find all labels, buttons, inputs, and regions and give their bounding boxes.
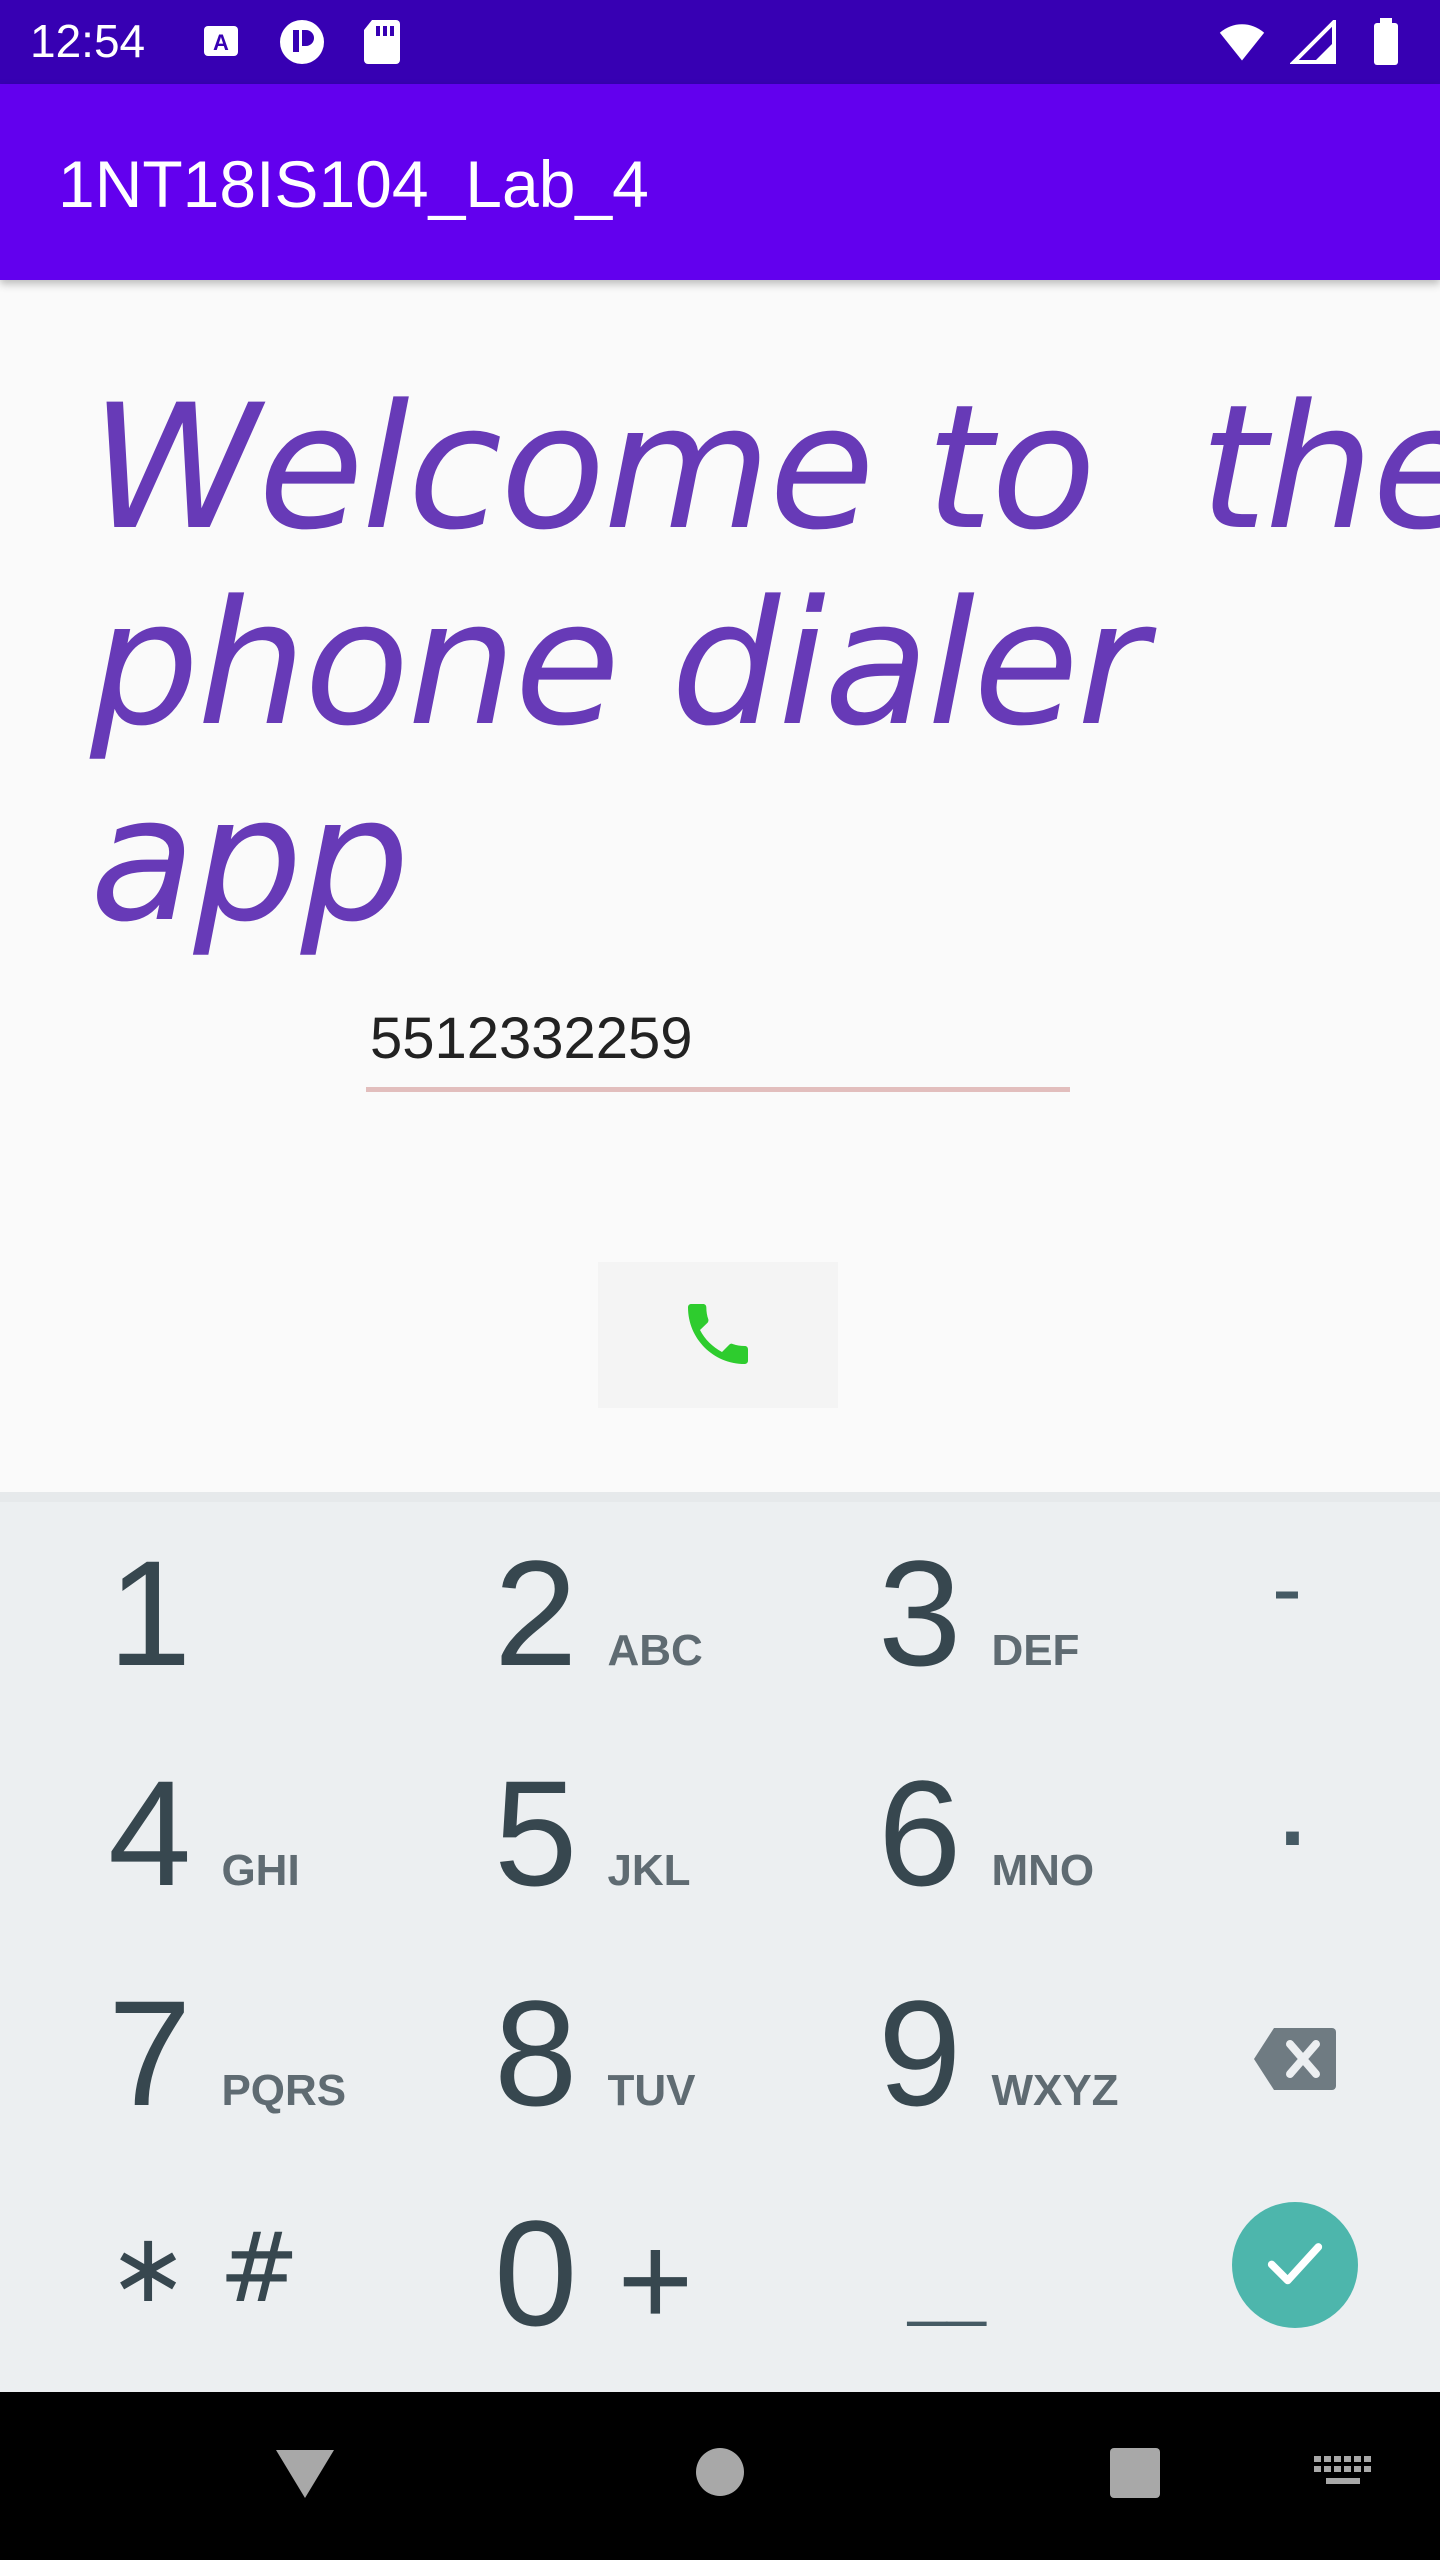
app-bar: 1NT18IS104_Lab_4 bbox=[0, 84, 1440, 280]
key-minus[interactable]: - bbox=[1272, 1538, 1302, 1641]
app-title: 1NT18IS104_Lab_4 bbox=[58, 147, 649, 221]
key-digit: 5 bbox=[494, 1749, 578, 1917]
key-letters: ABC bbox=[607, 1626, 703, 1675]
status-bar: 12:54 A bbox=[0, 0, 1440, 84]
key-letters: JKL bbox=[607, 1846, 691, 1895]
key-letters: WXYZ bbox=[991, 2066, 1119, 2115]
welcome-line-2: phone dialer app bbox=[90, 563, 1148, 960]
key-letters: PQRS bbox=[221, 2066, 347, 2115]
key-2[interactable]: 2 ABC bbox=[494, 1538, 703, 1758]
signal-icon bbox=[1290, 18, 1338, 66]
done-button[interactable] bbox=[1232, 2202, 1358, 2328]
status-notification-icons: A bbox=[198, 18, 406, 66]
key-1[interactable]: 1 bbox=[108, 1538, 191, 1758]
sd-card-icon bbox=[358, 18, 406, 66]
call-button[interactable] bbox=[598, 1262, 838, 1408]
status-time: 12:54 bbox=[30, 15, 146, 67]
recents-icon[interactable] bbox=[1108, 2446, 1162, 2505]
battery-icon bbox=[1362, 18, 1410, 66]
text-input-icon: A bbox=[198, 18, 246, 66]
key-digit: 1 bbox=[108, 1529, 192, 1697]
backspace-key[interactable] bbox=[1252, 2026, 1338, 2097]
key-digit: 3 bbox=[878, 1529, 962, 1697]
welcome-heading: Welcome to the phone dialer app bbox=[90, 367, 1440, 960]
key-digit: 4 bbox=[108, 1749, 192, 1917]
key-9[interactable]: 9 WXYZ bbox=[878, 1978, 1119, 2198]
key-7[interactable]: 7 PQRS bbox=[108, 1978, 346, 2198]
key-digit: 7 bbox=[108, 1969, 192, 2137]
key-letters: DEF bbox=[991, 1626, 1080, 1675]
keyboard-icon[interactable] bbox=[1314, 2456, 1372, 2497]
key-digit: 2 bbox=[494, 1529, 578, 1697]
key-digit: 9 bbox=[878, 1969, 962, 2137]
key-digit: 8 bbox=[494, 1969, 578, 2137]
numeric-keyboard: 1 2 ABC 3 DEF - 4 GHI 5 JKL 6 MNO . 7 PQ… bbox=[0, 1492, 1440, 2392]
key-5[interactable]: 5 JKL bbox=[494, 1758, 691, 1978]
key-letters: TUV bbox=[607, 2066, 696, 2115]
svg-text:A: A bbox=[213, 30, 229, 55]
key-period[interactable]: . bbox=[1280, 1764, 1305, 1867]
back-icon[interactable] bbox=[274, 2446, 336, 2507]
home-icon[interactable] bbox=[694, 2446, 746, 2503]
status-system-icons bbox=[1218, 18, 1410, 66]
navigation-bar bbox=[0, 2392, 1440, 2560]
key-underscore[interactable]: __ bbox=[908, 2248, 986, 2328]
key-letters: MNO bbox=[991, 1846, 1095, 1895]
phone-icon bbox=[678, 1294, 758, 1377]
checkmark-icon bbox=[1260, 2228, 1330, 2303]
key-digit: 6 bbox=[878, 1749, 962, 1917]
key-digit: 0 bbox=[494, 2189, 578, 2357]
key-8[interactable]: 8 TUV bbox=[494, 1978, 695, 2198]
key-plus: + bbox=[617, 2207, 694, 2353]
wifi-icon bbox=[1218, 18, 1266, 66]
key-symbols: ∗ # bbox=[108, 2212, 300, 2324]
key-0[interactable]: 0 + bbox=[494, 2198, 693, 2418]
key-letters: GHI bbox=[221, 1846, 300, 1895]
app-notification-icon bbox=[278, 18, 326, 66]
welcome-line-1: Welcome to the bbox=[90, 367, 1440, 568]
backspace-icon bbox=[1252, 2028, 1338, 2096]
key-3[interactable]: 3 DEF bbox=[878, 1538, 1079, 1758]
phone-number-field[interactable] bbox=[366, 990, 1070, 1092]
key-4[interactable]: 4 GHI bbox=[108, 1758, 300, 1978]
key-6[interactable]: 6 MNO bbox=[878, 1758, 1094, 1978]
